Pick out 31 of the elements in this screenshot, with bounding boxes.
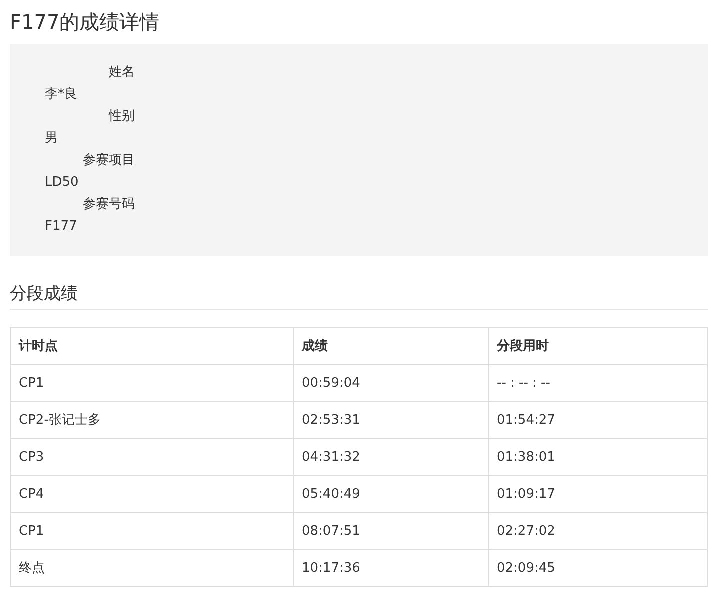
table-cell: 02:53:31 xyxy=(294,402,488,438)
field-label: 姓名 xyxy=(109,64,135,82)
column-header: 计时点 xyxy=(10,328,294,364)
table-cell: 02:09:45 xyxy=(488,550,708,586)
table-cell: 00:59:04 xyxy=(294,364,488,402)
table-cell: 01:09:17 xyxy=(488,476,708,512)
table-cell: 04:31:32 xyxy=(294,438,488,476)
table-cell: CP3 xyxy=(10,438,294,476)
table-cell: 02:27:02 xyxy=(488,512,708,550)
table-cell: CP2-张记士多 xyxy=(10,402,294,438)
field-value: F177 xyxy=(45,218,78,236)
table-cell: CP4 xyxy=(10,476,294,512)
table-cell: -- : -- : -- xyxy=(488,364,708,402)
page-title: F177的成绩详情 xyxy=(10,9,161,36)
field-label: 性别 xyxy=(109,108,135,126)
field-value: LD50 xyxy=(45,174,79,192)
table-cell: 01:38:01 xyxy=(488,438,708,476)
table-cell: 01:54:27 xyxy=(488,402,708,438)
field-value: 男 xyxy=(45,130,58,148)
table-cell: 05:40:49 xyxy=(294,476,488,512)
table-cell: 终点 xyxy=(10,550,294,586)
column-header: 成绩 xyxy=(294,328,488,364)
field-value: 李*良 xyxy=(45,86,78,104)
column-header: 分段用时 xyxy=(488,328,708,364)
field-label: 参赛项目 xyxy=(83,152,135,170)
table-cell: CP1 xyxy=(10,512,294,550)
table-cell: 10:17:36 xyxy=(294,550,488,586)
table-cell: CP1 xyxy=(10,364,294,402)
field-label: 参赛号码 xyxy=(83,196,135,214)
table-cell: 08:07:51 xyxy=(294,512,488,550)
section-heading: 分段成绩 xyxy=(10,282,708,310)
